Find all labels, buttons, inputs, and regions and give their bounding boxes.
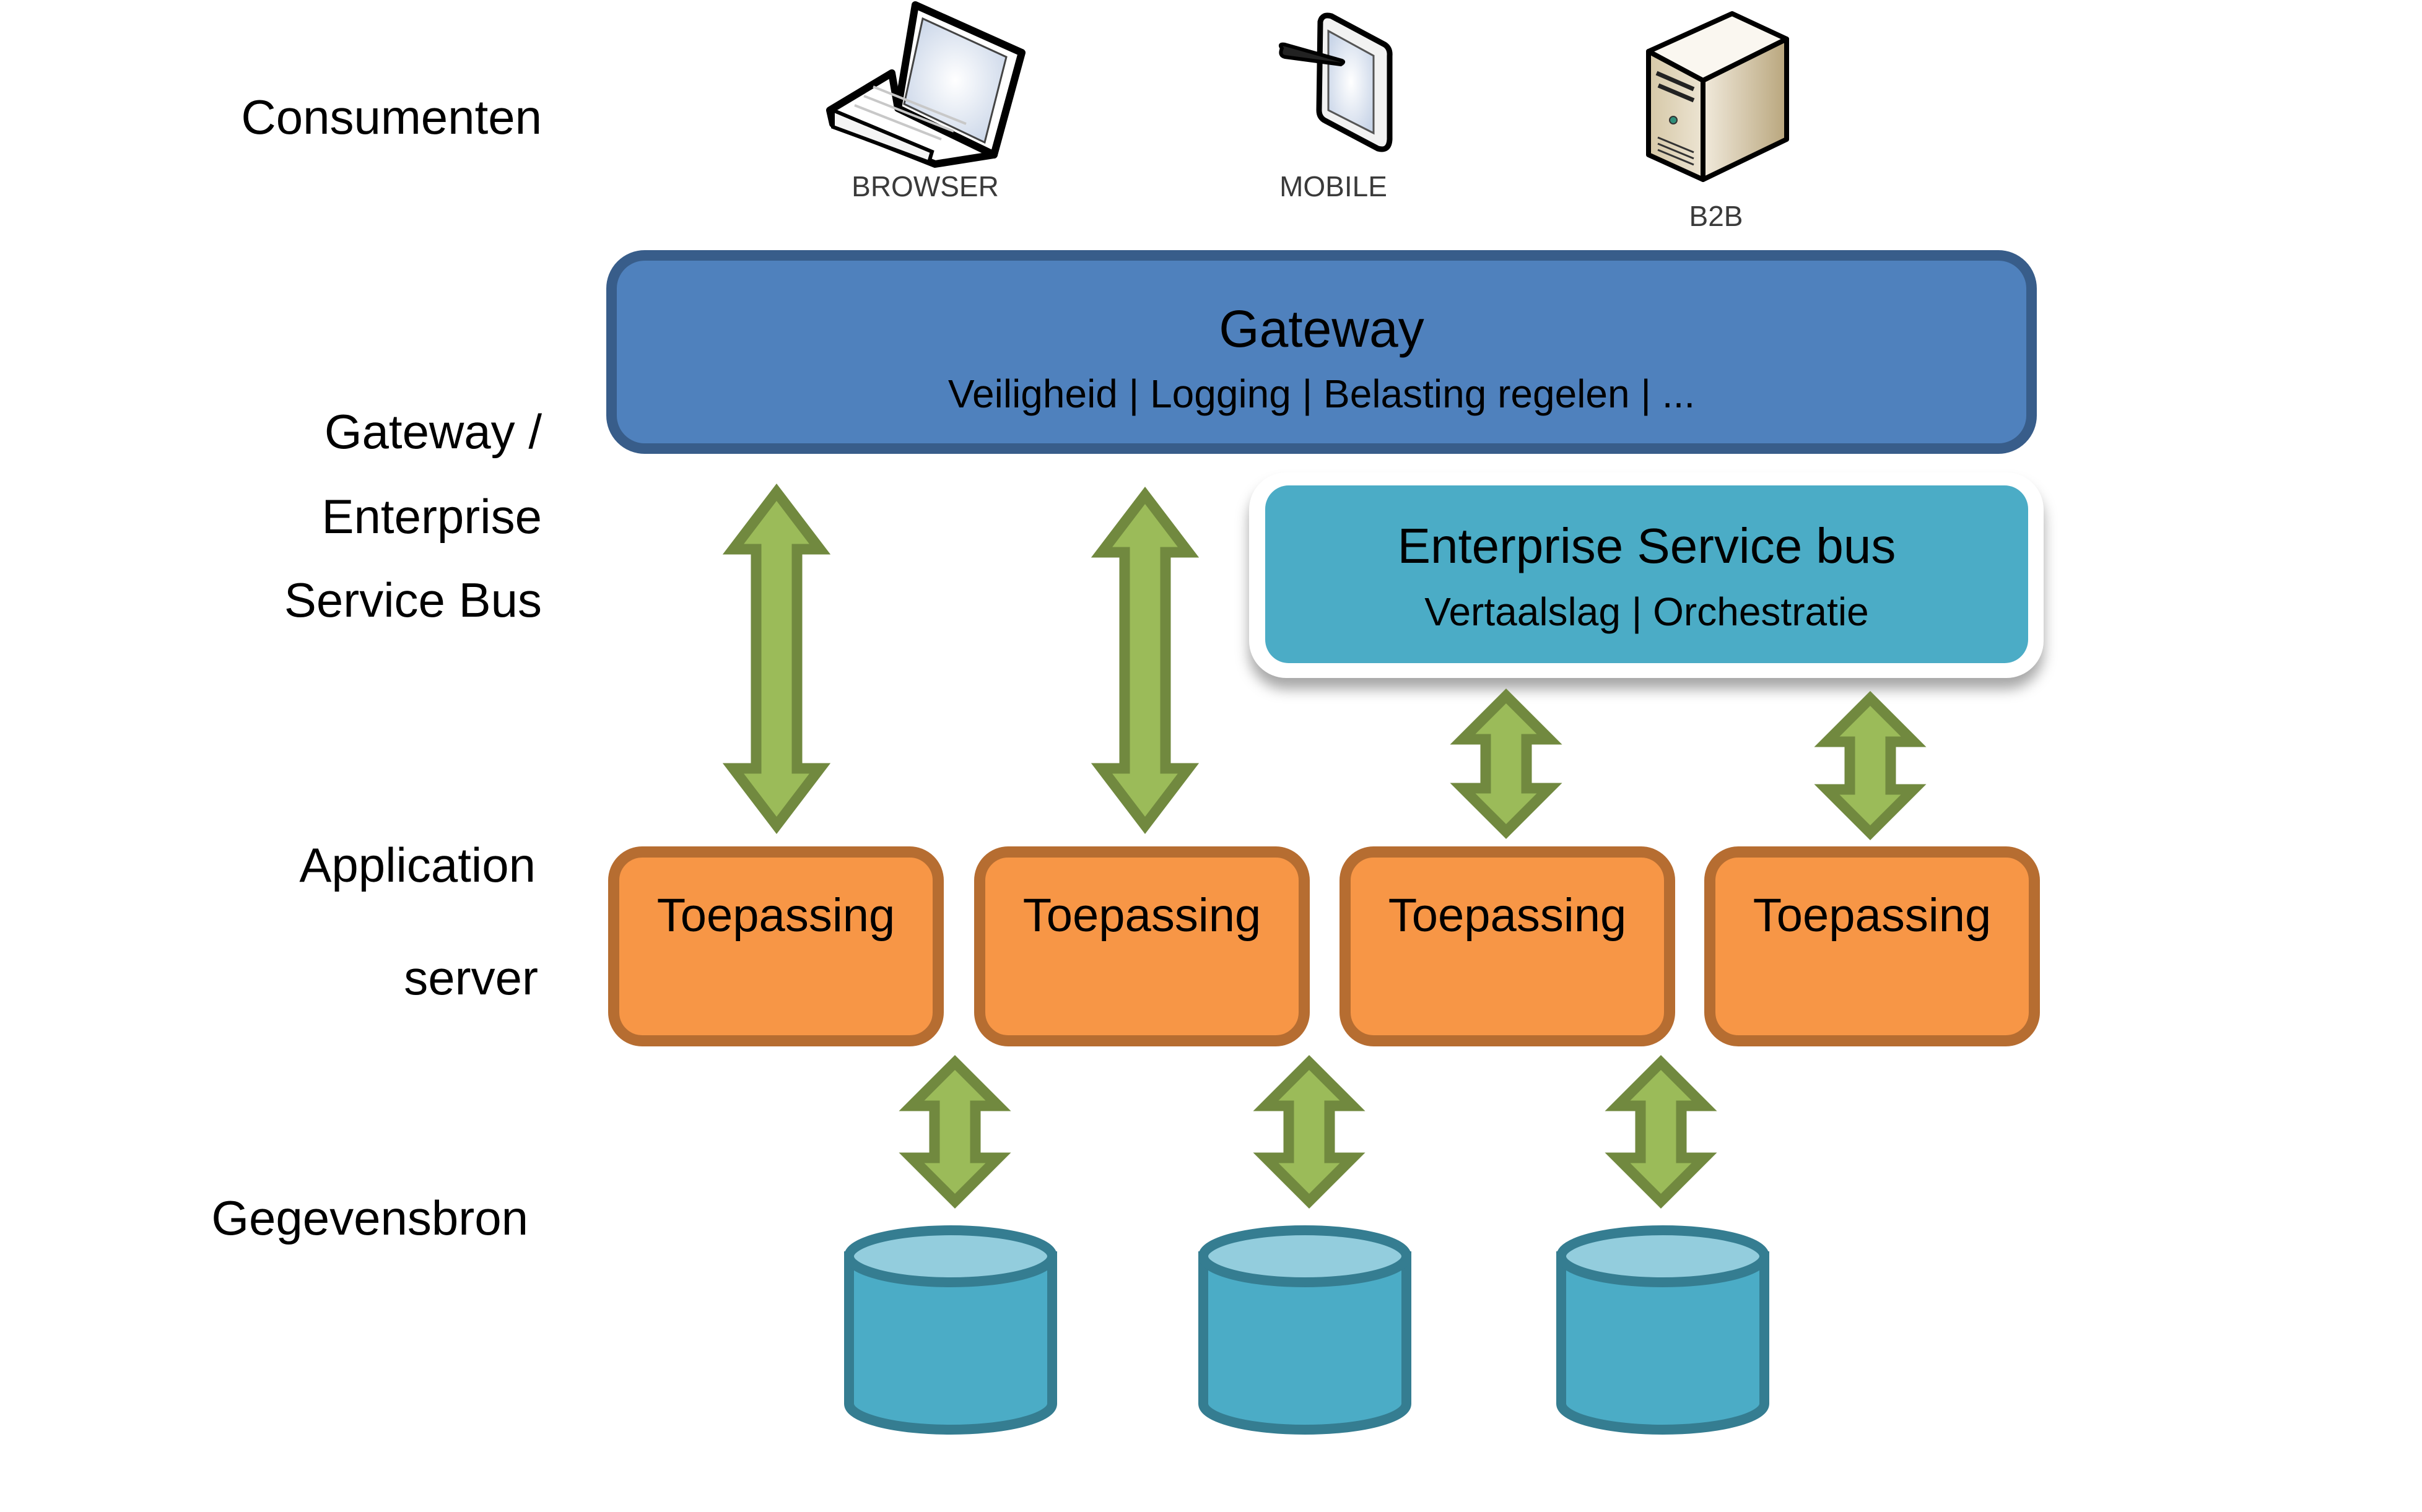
database-top [1556,1225,1769,1287]
connectors-and-databases [722,483,1927,1435]
double-arrow-gateway-app1 [722,483,831,835]
double-arrow-esb-app3 [1450,688,1562,840]
database-cylinder [1198,1225,1411,1435]
double-arrow-esb-app4 [1814,690,1927,841]
double-arrow-app-db2 [1253,1054,1366,1209]
database-top [844,1225,1057,1287]
double-arrow-gateway-app2 [1091,486,1200,835]
database-top [1198,1225,1411,1287]
double-arrow-app-db1 [899,1054,1011,1209]
database-cylinder [1556,1225,1769,1435]
double-arrow-app-db3 [1605,1054,1717,1209]
database-cylinder [844,1225,1057,1435]
